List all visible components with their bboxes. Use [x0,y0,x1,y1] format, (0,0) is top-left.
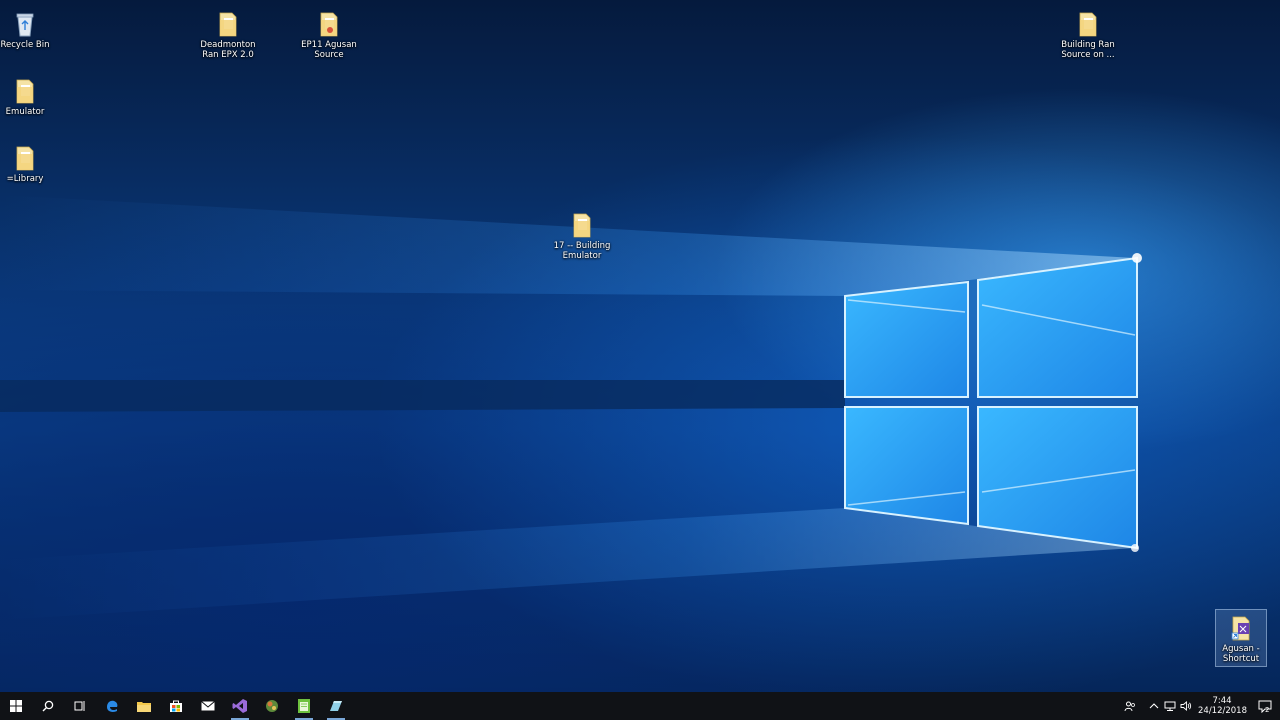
people-icon [1124,701,1135,712]
mail-button[interactable] [192,692,224,720]
chevron-up-icon [1149,703,1159,709]
visual-studio-icon [232,699,247,713]
action-center-button[interactable]: 2 [1250,692,1280,720]
edge-button[interactable] [96,692,128,720]
system-tray: 7:44 24/12/2018 2 [1122,692,1280,720]
show-hidden-icons-button[interactable] [1146,692,1162,720]
desktop-icon-label: Agusan - Shortcut [1222,644,1260,664]
notification-count-badge: 2 [1265,706,1270,714]
recycle-bin-icon [16,13,34,37]
clock-time: 7:44 [1212,696,1232,706]
start-button[interactable] [0,692,32,720]
network-icon [1164,701,1176,711]
desktop-icon-deadmonton[interactable]: Deadmonton Ran EPX 2.0 [192,4,264,66]
folder-icon [16,146,34,171]
taskbar: 7:44 24/12/2018 2 [0,692,1280,720]
desktop-icon-label: Emulator [5,107,45,117]
desktop-icon-label: Deadmonton Ran EPX 2.0 [200,40,256,60]
volume-button[interactable] [1178,692,1194,720]
desktop-icon-library[interactable]: =Library [0,138,61,200]
folder-icon [1079,12,1097,37]
desktop-icon-label: =Library [6,174,44,184]
network-button[interactable] [1162,692,1178,720]
people-button[interactable] [1122,692,1138,720]
desktop-icon-label: Building Ran Source on ... [1061,40,1115,60]
visual-studio-button[interactable] [224,692,256,720]
desktop-icon-emulator[interactable]: Emulator [0,71,61,133]
app2-icon [330,701,342,711]
app-icon [266,700,278,712]
desktop-icon-building-ran-source[interactable]: Building Ran Source on ... [1052,4,1124,66]
store-icon [170,700,182,712]
edge-icon [107,700,118,712]
task-view-button[interactable] [64,692,96,720]
folder-icon [16,79,34,104]
mail-icon [201,701,215,711]
search-icon [42,700,54,712]
store-button[interactable] [160,692,192,720]
folder-icon [573,213,591,238]
app-button[interactable] [256,692,288,720]
desktop-icon-building-emulator[interactable]: 17 -- Building Emulator [546,205,618,267]
notepad-button[interactable] [288,692,320,720]
file-explorer-button[interactable] [128,692,160,720]
folder-icon [219,12,237,37]
folder-icon [320,12,338,37]
desktop-icon-label: 17 -- Building Emulator [553,241,611,261]
search-button[interactable] [32,692,64,720]
desktop-icon-label: Recycle Bin [0,40,50,50]
notepad-icon [298,699,310,713]
desktop-icon-recycle-bin[interactable]: Recycle Bin [0,4,61,66]
windows-wallpaper [0,195,1142,620]
speaker-icon [1180,701,1192,711]
app2-button[interactable] [320,692,352,720]
desktop[interactable]: Recycle Bin Emulator =Library Deadmonton… [0,0,1280,692]
desktop-icon-label: EP11 Agusan Source [301,40,357,60]
windows-logo-icon [10,700,22,712]
shortcut-icon [1231,616,1250,641]
task-view-icon [74,701,85,711]
folder-icon [137,702,151,712]
desktop-icon-ep11[interactable]: EP11 Agusan Source [293,4,365,66]
desktop-icon-agusan-shortcut[interactable]: Agusan - Shortcut [1215,609,1267,667]
clock-date: 24/12/2018 [1198,706,1247,716]
clock[interactable]: 7:44 24/12/2018 [1198,696,1247,716]
